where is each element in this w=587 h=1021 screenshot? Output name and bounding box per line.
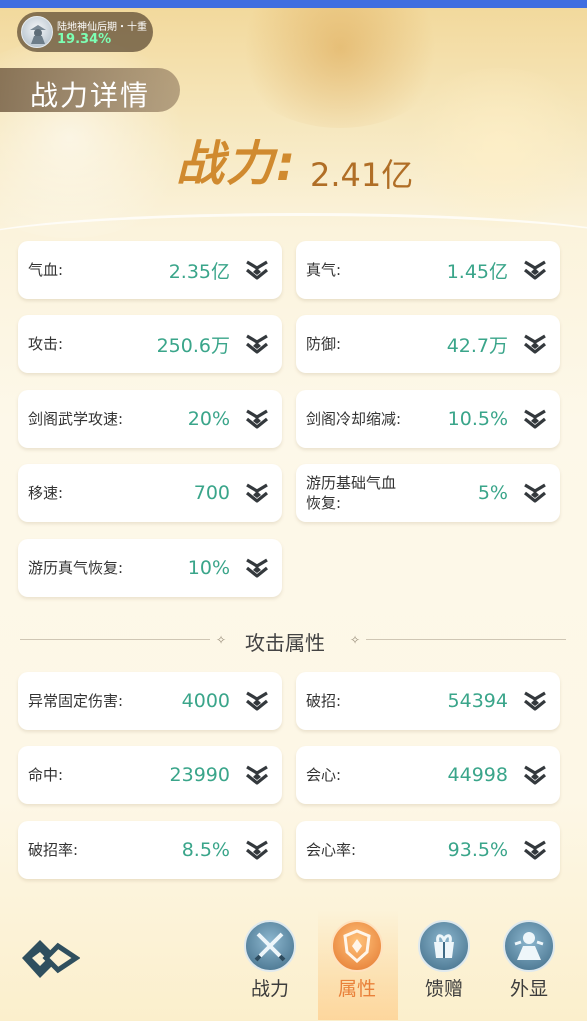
stat-label: 移速: — [28, 484, 64, 502]
stat-value: 700 — [193, 482, 230, 504]
section-title: 攻击属性 — [245, 631, 325, 655]
attack-section-header: ✧ 攻击属性 ✧ — [0, 626, 587, 655]
realm-progress: 19.34% — [57, 32, 112, 47]
stat-label: 剑阁武学攻速: — [28, 410, 124, 428]
expand-chevron-icon[interactable] — [522, 332, 548, 356]
stat-label: 游历基础气血恢复: — [306, 474, 397, 512]
stat-value: 93.5% — [447, 839, 508, 861]
stat-label: 防御: — [306, 335, 342, 353]
stat-label: 破招: — [306, 692, 342, 710]
shield-icon — [331, 920, 383, 972]
stat-card-cooldown[interactable]: 剑阁冷却缩减: 10.5% — [296, 390, 560, 448]
stat-value: 44998 — [447, 764, 508, 786]
stat-value: 10% — [187, 557, 230, 579]
stat-value: 23990 — [169, 764, 230, 786]
expand-chevron-icon[interactable] — [522, 258, 548, 282]
expand-chevron-icon[interactable] — [522, 407, 548, 431]
diamond-icon: ✧ — [350, 633, 361, 647]
expand-chevron-icon[interactable] — [522, 763, 548, 787]
stat-value: 4000 — [181, 690, 230, 712]
stat-card-accuracy[interactable]: 命中: 23990 — [18, 746, 282, 804]
diamond-icon: ✧ — [216, 633, 227, 647]
expand-chevron-icon[interactable] — [522, 481, 548, 505]
page-title: 战力详情 — [30, 79, 151, 112]
stat-value: 2.35亿 — [168, 260, 230, 283]
stat-card-break[interactable]: 破招: 54394 — [296, 672, 560, 730]
expand-chevron-icon[interactable] — [244, 556, 270, 580]
stat-card-mana-regen[interactable]: 游历真气恢复: 10% — [18, 539, 282, 597]
stat-card-hp-regen[interactable]: 游历基础气血恢复: 5% — [296, 464, 560, 522]
stat-label: 真气: — [306, 261, 342, 279]
stat-card-hp[interactable]: 气血: 2.35亿 — [18, 241, 282, 299]
stat-card-attack-speed[interactable]: 剑阁武学攻速: 20% — [18, 390, 282, 448]
stat-value: 5% — [477, 482, 508, 504]
stat-label: 游历真气恢复: — [28, 559, 124, 577]
stat-card-mana[interactable]: 真气: 1.45亿 — [296, 241, 560, 299]
stat-card-move-speed[interactable]: 移速: 700 — [18, 464, 282, 522]
gift-icon — [418, 920, 470, 972]
expand-chevron-icon[interactable] — [244, 689, 270, 713]
swords-icon — [244, 920, 296, 972]
expand-chevron-icon[interactable] — [244, 332, 270, 356]
realm-badge[interactable]: 陆地神仙后期・十重 19.34% — [17, 12, 153, 52]
expand-chevron-icon[interactable] — [522, 689, 548, 713]
page-title-tab: 战力详情 — [0, 68, 180, 112]
nav-label: 属性 — [337, 978, 376, 1000]
cultivator-icon — [30, 25, 46, 44]
stat-value: 1.45亿 — [446, 260, 508, 283]
stat-value: 54394 — [447, 690, 508, 712]
nav-tab-gifts[interactable]: 馈赠 — [409, 918, 479, 1000]
stat-card-attack[interactable]: 攻击: 250.6万 — [18, 315, 282, 373]
stat-label: 剑阁冷却缩减: — [306, 410, 402, 428]
stat-value: 250.6万 — [156, 334, 230, 357]
stat-label: 会心率: — [306, 841, 357, 859]
expand-chevron-icon[interactable] — [244, 258, 270, 282]
game-logo-icon — [18, 936, 81, 984]
stat-label: 会心: — [306, 766, 342, 784]
stat-card-critical[interactable]: 会心: 44998 — [296, 746, 560, 804]
divider-line — [366, 639, 566, 640]
nav-tab-appearance[interactable]: 外显 — [494, 918, 564, 1000]
divider-line — [20, 639, 210, 640]
stat-value: 42.7万 — [446, 334, 508, 357]
stat-label: 攻击: — [28, 335, 64, 353]
nav-tab-power[interactable]: 战力 — [235, 918, 305, 1000]
stat-card-fixed-damage[interactable]: 异常固定伤害: 4000 — [18, 672, 282, 730]
character-avatar — [21, 16, 53, 48]
stat-card-defense[interactable]: 防御: 42.7万 — [296, 315, 560, 373]
expand-chevron-icon[interactable] — [244, 838, 270, 862]
appearance-icon — [503, 920, 555, 972]
expand-chevron-icon[interactable] — [244, 481, 270, 505]
stat-label: 命中: — [28, 766, 64, 784]
realm-name: 陆地神仙后期・十重 — [57, 22, 147, 33]
stat-value: 10.5% — [447, 408, 508, 430]
stat-label: 异常固定伤害: — [28, 692, 124, 710]
stat-value: 20% — [187, 408, 230, 430]
nav-label: 馈赠 — [424, 978, 463, 1000]
stat-label: 气血: — [28, 261, 64, 279]
nav-label: 战力 — [250, 978, 289, 1000]
expand-chevron-icon[interactable] — [244, 407, 270, 431]
expand-chevron-icon[interactable] — [244, 763, 270, 787]
stat-label: 破招率: — [28, 841, 79, 859]
top-status-bar — [0, 0, 587, 8]
nav-tab-attributes[interactable]: 属性 — [322, 918, 392, 1000]
expand-chevron-icon[interactable] — [522, 838, 548, 862]
stat-value: 8.5% — [181, 839, 230, 861]
power-value: 2.41亿 — [310, 156, 414, 194]
nav-label: 外显 — [509, 978, 548, 1000]
power-label: 战力: — [176, 136, 298, 192]
stat-card-critical-rate[interactable]: 会心率: 93.5% — [296, 821, 560, 879]
stat-card-break-rate[interactable]: 破招率: 8.5% — [18, 821, 282, 879]
